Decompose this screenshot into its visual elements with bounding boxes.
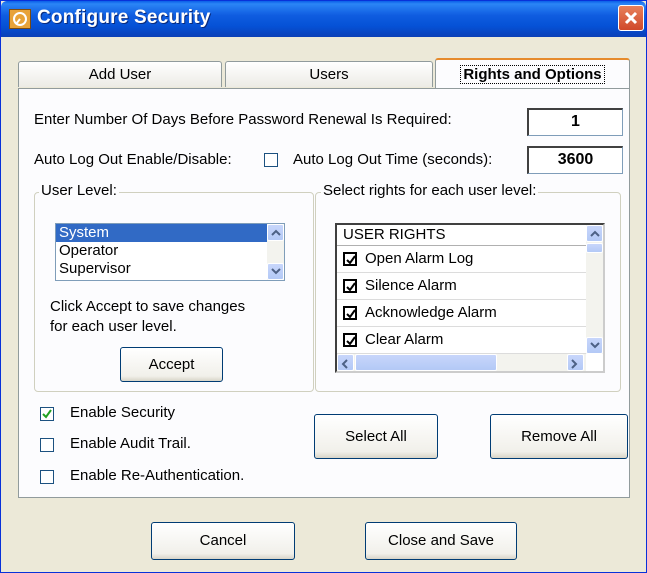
rights-scroll-up-icon[interactable] [586,225,603,242]
rights-scroll-right-icon[interactable] [567,354,584,371]
right-acknowledge-alarm[interactable]: Acknowledge Alarm [337,300,603,327]
enable-security-checkbox[interactable] [40,407,54,421]
tab-add-user[interactable]: Add User [18,61,222,87]
auto-logout-time-label: Auto Log Out Time (seconds): [293,151,493,168]
right-acknowledge-alarm-checkbox[interactable] [343,306,357,320]
user-rights-header: USER RIGHTS [337,225,603,246]
user-level-item-supervisor[interactable]: Supervisor [56,260,284,278]
rights-scroll-left-icon[interactable] [337,354,354,371]
right-clear-alarm[interactable]: Clear Alarm [337,327,603,354]
accept-hint-line2: for each user level. [50,318,177,335]
right-silence-alarm-label: Silence Alarm [365,277,457,294]
password-renewal-label: Enter Number Of Days Before Password Ren… [34,111,452,128]
user-level-scrollbar[interactable] [267,224,284,280]
rights-vscroll-thumb[interactable] [586,243,603,253]
enable-audit-trail-label: Enable Audit Trail. [70,435,191,452]
scroll-up-icon[interactable] [267,224,284,241]
right-clear-alarm-label: Clear Alarm [365,331,444,348]
user-level-group-title: User Level: [39,182,119,199]
right-clear-alarm-checkbox[interactable] [343,333,357,347]
right-silence-alarm-checkbox[interactable] [343,279,357,293]
tab-users-label: Users [309,66,349,83]
right-silence-alarm[interactable]: Silence Alarm [337,273,603,300]
right-acknowledge-alarm-label: Acknowledge Alarm [365,304,497,321]
rights-hscroll-thumb[interactable] [355,354,497,371]
right-open-alarm-log-label: Open Alarm Log [365,250,474,267]
user-rights-list[interactable]: USER RIGHTS Open Alarm Log Silence Alarm… [335,223,605,373]
password-renewal-days-input[interactable]: 1 [527,108,623,136]
user-rights-hscrollbar[interactable] [337,354,586,371]
cancel-button[interactable]: Cancel [151,522,295,560]
select-all-button[interactable]: Select All [314,414,438,459]
close-window-button[interactable] [618,5,644,31]
auto-logout-enable-label: Auto Log Out Enable/Disable: [34,151,232,168]
scroll-down-icon[interactable] [267,263,284,280]
tab-users[interactable]: Users [225,61,433,87]
right-open-alarm-log[interactable]: Open Alarm Log [337,246,603,273]
configure-security-window: Configure Security Add User Users Rights… [0,0,647,573]
enable-security-label: Enable Security [70,404,176,421]
user-level-listbox[interactable]: System Operator Supervisor [55,223,285,281]
right-open-alarm-log-checkbox[interactable] [343,252,357,266]
accept-hint-line1: Click Accept to save changes [50,298,246,315]
accept-button[interactable]: Accept [120,347,223,382]
remove-all-button[interactable]: Remove All [490,414,628,459]
tab-add-user-label: Add User [88,66,152,83]
rights-group-title: Select rights for each user level: [321,182,539,199]
auto-logout-time-input[interactable]: 3600 [527,146,623,174]
app-key-icon [9,9,31,29]
tab-rights-and-options-label: Rights and Options [460,65,605,84]
window-title: Configure Security [37,7,211,28]
close-and-save-button[interactable]: Close and Save [365,522,517,560]
enable-audit-trail-checkbox[interactable] [40,438,54,452]
rights-scroll-down-icon[interactable] [586,337,603,354]
enable-reauthentication-label: Enable Re-Authentication. [70,467,245,484]
enable-reauthentication-checkbox[interactable] [40,470,54,484]
user-level-item-operator[interactable]: Operator [56,242,284,260]
tab-rights-and-options[interactable]: Rights and Options [435,58,630,88]
rights-and-options-panel: Enter Number Of Days Before Password Ren… [18,88,630,498]
user-rights-vscrollbar[interactable] [586,225,603,354]
auto-logout-checkbox[interactable] [264,153,278,167]
title-bar[interactable]: Configure Security [1,1,646,37]
user-level-item-system[interactable]: System [56,224,284,242]
